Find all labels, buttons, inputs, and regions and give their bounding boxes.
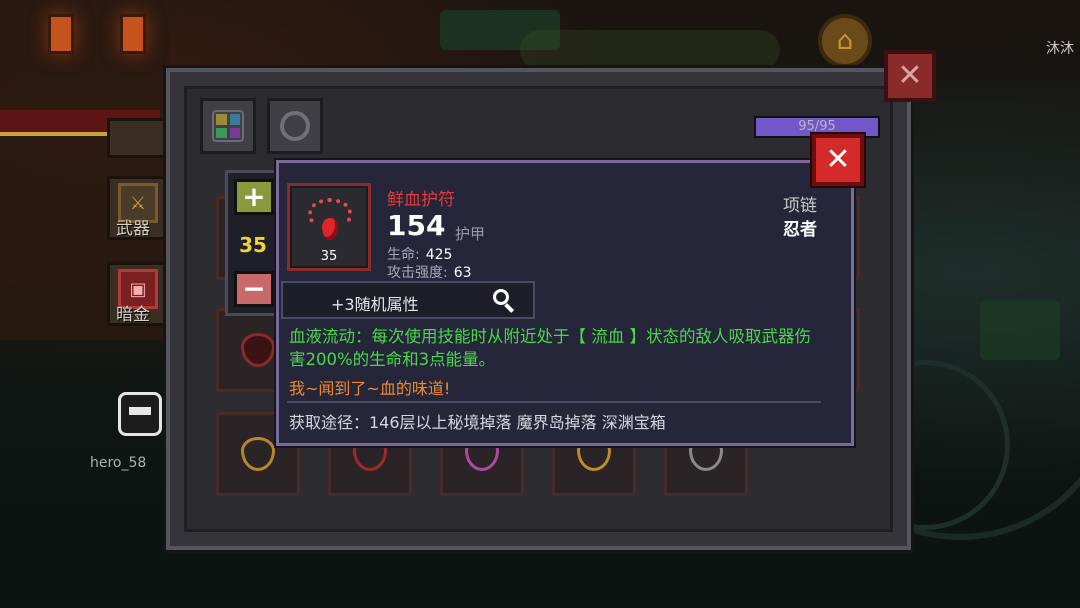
- decrease-button[interactable]: −: [234, 271, 274, 307]
- quantity-value: 35: [239, 233, 267, 257]
- lantern: [48, 14, 74, 54]
- player-name-tag: hero_58: [90, 455, 147, 471]
- flavor-text: 我~闻到了~血的味道!: [289, 379, 451, 398]
- side-button-top[interactable]: [107, 118, 169, 158]
- stat-row-attack: 攻击强度: 63: [387, 262, 472, 282]
- weapon-button-label: 武器: [116, 219, 150, 239]
- stat-row-health: 生命: 425: [387, 244, 452, 264]
- tab-necklaces[interactable]: [267, 98, 323, 154]
- skill-description: 血液流动：每次使用技能时从附近处于【 流血 】状态的敌人吸取武器伤害200%的生…: [289, 327, 811, 369]
- necklace-icon: [241, 333, 275, 367]
- item-count: 35: [320, 249, 338, 264]
- item-class: 忍者: [783, 220, 817, 240]
- other-player-name: 沐沐: [1046, 41, 1074, 57]
- plus-icon: +: [242, 180, 266, 213]
- item-tooltip: 35 鲜血护符 154 护甲 生命: 425 攻击强度: 63 项链 忍者 +3随机…: [276, 160, 854, 446]
- armor-label: 护甲: [455, 225, 486, 243]
- magnifier-icon[interactable]: [493, 289, 517, 313]
- scene-glow: [520, 30, 780, 70]
- blood-amulet-icon: [308, 198, 352, 242]
- home-icon: ⌂: [836, 26, 854, 56]
- stat-value: 425: [425, 247, 453, 263]
- close-icon: ✕: [897, 58, 923, 93]
- tooltip-close-button[interactable]: ✕: [812, 134, 864, 186]
- dark-gold-button-label: 暗金: [116, 305, 150, 325]
- stat-value: 63: [453, 265, 472, 281]
- lantern: [120, 14, 146, 54]
- necklace-icon: [241, 437, 275, 471]
- random-attributes-row[interactable]: +3随机属性: [281, 281, 535, 319]
- tab-all-items[interactable]: [200, 98, 256, 154]
- item-slot-type: 项链: [783, 196, 817, 216]
- weapon-button[interactable]: ⚔ 武器: [107, 176, 169, 240]
- acquisition-source: 获取途径：146层以上秘境掉落 魔界岛掉落 深渊宝箱: [289, 413, 666, 432]
- minus-icon: −: [242, 272, 266, 305]
- dark-gold-button[interactable]: ▣ 暗金: [107, 262, 169, 326]
- player-character: [118, 392, 162, 436]
- random-attributes-label: +3随机属性: [331, 295, 419, 314]
- divider: [287, 401, 821, 403]
- energy-text: 95/95: [798, 119, 836, 134]
- grid-icon: [212, 110, 244, 142]
- stat-label: 生命:: [387, 247, 420, 263]
- home-button[interactable]: ⌂: [818, 14, 872, 68]
- inventory-close-button[interactable]: ✕: [884, 50, 936, 102]
- item-name: 鲜血护符: [387, 190, 455, 210]
- increase-button[interactable]: +: [234, 179, 274, 215]
- quantity-stepper: + 35 −: [225, 170, 281, 316]
- armor-value: 154: [387, 209, 446, 242]
- close-icon: ✕: [825, 142, 851, 177]
- stat-label: 攻击强度:: [387, 265, 448, 281]
- item-icon-frame: 35: [287, 183, 371, 271]
- necklace-icon: [280, 111, 310, 141]
